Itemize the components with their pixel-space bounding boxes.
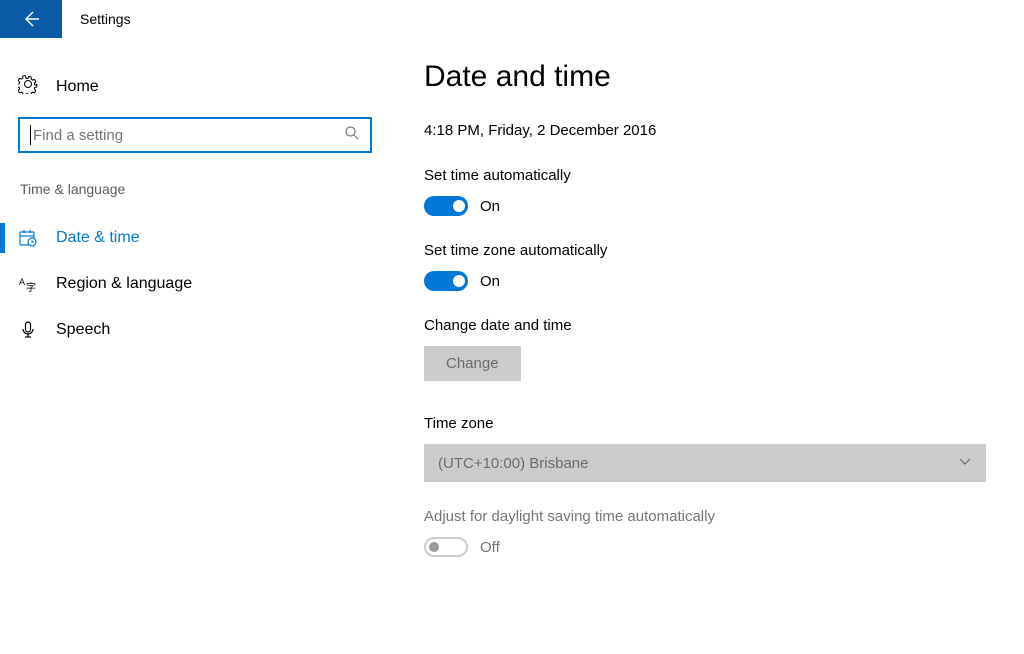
sidebar-category-label: Time & language — [18, 181, 380, 197]
home-nav[interactable]: Home — [18, 66, 380, 117]
set-time-auto-state: On — [480, 198, 500, 215]
search-icon — [344, 125, 360, 146]
text-cursor — [30, 125, 31, 145]
set-time-auto-label: Set time automatically — [424, 167, 994, 184]
change-button: Change — [424, 346, 521, 381]
sidebar-item-label: Speech — [56, 321, 110, 339]
svg-text:字: 字 — [26, 281, 36, 293]
gear-icon — [18, 74, 38, 99]
sidebar-item-label: Date & time — [56, 229, 140, 247]
dst-toggle — [424, 537, 468, 557]
set-time-auto-toggle[interactable] — [424, 196, 468, 216]
svg-text:A: A — [19, 277, 25, 287]
timezone-select: (UTC+10:00) Brisbane — [424, 444, 986, 482]
sidebar-item-speech[interactable]: Speech — [18, 307, 380, 353]
sidebar-item-label: Region & language — [56, 275, 192, 293]
sidebar-item-date-time[interactable]: Date & time — [18, 215, 380, 261]
dst-state: Off — [480, 539, 500, 556]
set-timezone-auto-toggle[interactable] — [424, 271, 468, 291]
microphone-icon — [18, 321, 38, 339]
change-datetime-label: Change date and time — [424, 317, 994, 334]
language-icon: A 字 — [18, 275, 38, 293]
back-button[interactable] — [0, 0, 62, 38]
home-label: Home — [56, 78, 99, 96]
calendar-clock-icon — [18, 229, 38, 247]
header-title: Settings — [80, 11, 131, 27]
sidebar-item-region-language[interactable]: A 字 Region & language — [18, 261, 380, 307]
search-input[interactable] — [33, 127, 344, 144]
current-datetime: 4:18 PM, Friday, 2 December 2016 — [424, 122, 994, 139]
timezone-value: (UTC+10:00) Brisbane — [438, 455, 588, 472]
timezone-label: Time zone — [424, 415, 994, 432]
dst-label: Adjust for daylight saving time automati… — [424, 508, 994, 525]
page-title: Date and time — [424, 60, 994, 94]
set-timezone-auto-state: On — [480, 273, 500, 290]
chevron-down-icon — [958, 454, 972, 473]
main-content: Date and time 4:18 PM, Friday, 2 Decembe… — [380, 38, 1024, 654]
set-timezone-auto-label: Set time zone automatically — [424, 242, 994, 259]
app-header: Settings — [0, 0, 1024, 38]
search-box[interactable] — [18, 117, 372, 153]
back-arrow-icon — [21, 9, 41, 29]
sidebar: Home Time & language — [0, 38, 380, 654]
